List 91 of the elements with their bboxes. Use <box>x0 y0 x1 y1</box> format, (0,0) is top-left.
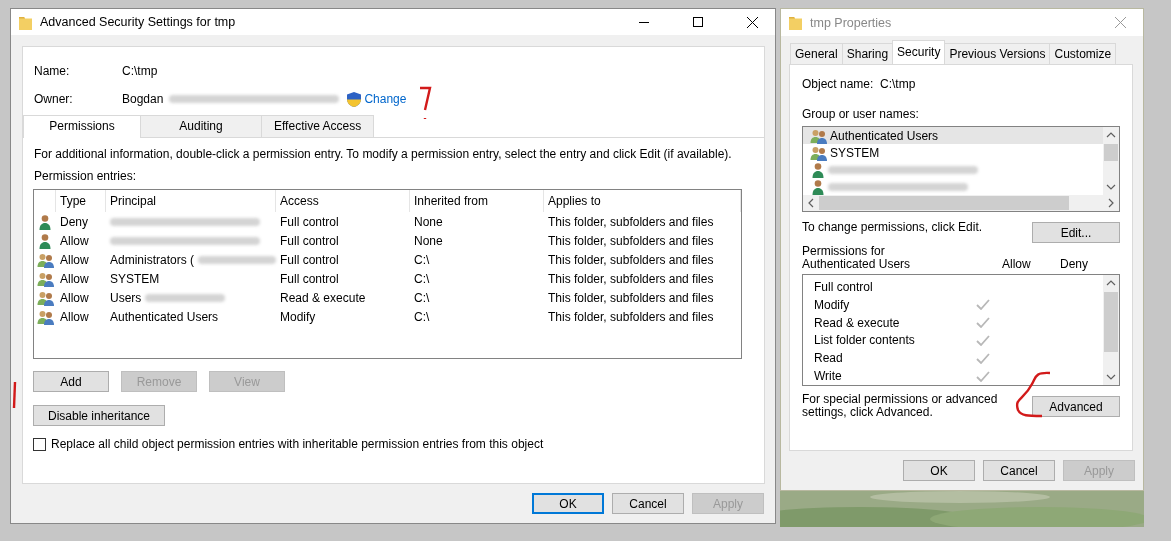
table-cell-text: Allow <box>59 233 90 248</box>
column-header[interactable]: Type <box>56 190 106 212</box>
permission-name: Read & execute <box>814 315 901 330</box>
annotation-mark <box>418 84 432 122</box>
dialog-button[interactable]: Add <box>33 371 109 392</box>
users-icon <box>810 144 828 161</box>
table-cell-text: Full control <box>279 252 340 267</box>
table-cell-text: This folder, subfolders and files <box>547 233 715 248</box>
window-title: Advanced Security Settings for tmp <box>40 15 237 29</box>
edit-button[interactable]: Edit... <box>1032 222 1120 243</box>
scrollbar-thumb[interactable] <box>1104 144 1118 161</box>
checkbox-label: Replace all child object permission entries with inheritable permission entries from this object <box>51 437 544 451</box>
table-cell-text: Full control <box>279 214 340 229</box>
table-cell-text: Allow <box>59 271 90 286</box>
info-text: For additional information, double-click a permission entry. To modify a permission entry, select the entry and click Edit (if available). <box>33 146 733 161</box>
table-cell-text: This folder, subfolders and files <box>547 252 715 267</box>
table-cell-text: C:\ <box>413 252 431 267</box>
table-cell: SYSTEM <box>110 271 160 286</box>
table-cell-text: C:\ <box>413 290 431 305</box>
table-cell-text: Full control <box>279 271 340 286</box>
table-cell: Users <box>110 290 142 305</box>
table-cell-text: None <box>413 233 444 248</box>
field-label: Name: <box>34 64 71 78</box>
table-cell-text: Allow <box>59 252 90 267</box>
column-header: Allow <box>1002 257 1032 271</box>
hint-text: For special permissions or advanced settings, click Advanced. <box>802 393 999 419</box>
table-cell-text: Deny <box>59 214 89 229</box>
user-icon <box>810 178 826 195</box>
section-label: Group or user names: <box>802 107 920 121</box>
advanced-button[interactable]: Advanced <box>1032 396 1120 417</box>
tab[interactable]: Effective Access <box>261 115 375 137</box>
tab[interactable]: Auditing <box>140 115 262 137</box>
permission-name: Modify <box>814 297 851 312</box>
dialog-button[interactable]: Cancel <box>983 460 1055 481</box>
tab[interactable]: General <box>790 43 843 64</box>
permission-name: Read <box>814 351 844 366</box>
table-cell-text: Allow <box>59 309 90 324</box>
column-header[interactable]: Applies to <box>544 190 741 212</box>
window-title: tmp Properties <box>810 15 893 30</box>
folder-icon <box>19 14 32 30</box>
table-cell-text: This folder, subfolders and files <box>547 309 715 324</box>
change-link[interactable]: Change <box>347 91 407 107</box>
field-label: Owner: <box>34 92 74 106</box>
table-cell-text: This folder, subfolders and files <box>547 290 715 305</box>
section-label: Permission entries: <box>33 168 138 183</box>
permission-name: Full control <box>814 279 874 294</box>
scrollbar-thumb[interactable] <box>1104 292 1118 352</box>
dialog-button[interactable]: OK <box>903 460 975 481</box>
user-icon <box>810 161 826 178</box>
users-icon <box>37 289 55 306</box>
tab[interactable]: Customize <box>1049 43 1117 64</box>
column-header[interactable]: Inherited from <box>410 190 544 212</box>
list-item[interactable]: Authenticated Users <box>803 127 1103 144</box>
tab[interactable]: Sharing <box>841 43 894 64</box>
field-value: C:\tmp <box>122 64 158 78</box>
table-cell-text: C:\ <box>413 271 431 286</box>
field-label: Object name: <box>802 77 875 91</box>
section-label: Permissions for Authenticated Users <box>802 245 912 271</box>
table-cell: Administrators ( <box>110 252 195 267</box>
column-header[interactable]: Principal <box>106 190 276 212</box>
user-icon <box>37 232 53 249</box>
field-value: Bogdan <box>122 92 164 106</box>
folder-icon <box>789 15 802 30</box>
table-cell-text: Full control <box>279 233 340 248</box>
column-header: Deny <box>1060 257 1089 271</box>
permission-name: List folder contents <box>814 333 916 348</box>
checkbox[interactable] <box>33 437 46 451</box>
users-icon <box>37 270 55 287</box>
table-cell-text: This folder, subfolders and files <box>547 214 715 229</box>
table-cell-text: None <box>413 214 444 229</box>
list-item[interactable]: SYSTEM <box>803 144 1103 161</box>
column-header[interactable]: Access <box>276 190 410 212</box>
users-icon <box>37 251 55 268</box>
users-icon <box>810 127 828 144</box>
user-icon <box>37 213 53 230</box>
users-icon <box>37 308 55 325</box>
table-cell-text: This folder, subfolders and files <box>547 271 715 286</box>
table-cell-text: Read & execute <box>279 290 367 305</box>
table-cell-text: Modify <box>279 309 317 324</box>
shield-icon <box>347 91 362 107</box>
table-cell-text: Allow <box>59 290 90 305</box>
disable-inheritance-button[interactable]: Disable inheritance <box>33 405 165 426</box>
tab[interactable]: Permissions <box>23 115 141 138</box>
dialog-button[interactable]: OK <box>532 493 604 514</box>
dialog-button[interactable]: Cancel <box>612 493 684 514</box>
permission-name: Write <box>814 369 843 384</box>
table-cell: Authenticated Users <box>110 309 219 324</box>
field-value: C:\tmp <box>880 77 916 91</box>
hint-text: To change permissions, click Edit. <box>802 220 983 234</box>
table-cell-text: C:\ <box>413 309 431 324</box>
scrollbar-thumb[interactable] <box>819 196 1069 210</box>
